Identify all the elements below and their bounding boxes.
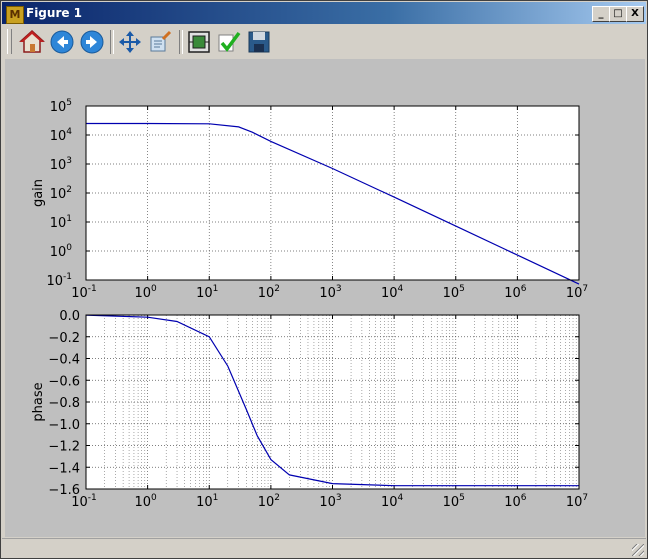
figure-window: M Figure 1 _ □ X 10-1 100 101 102 103 10… bbox=[0, 0, 648, 559]
axes-2: 10-1 100 101 102 103 104 105 106 1070.0−0.2−0.4−… bbox=[31, 309, 588, 510]
zoom-button[interactable] bbox=[147, 29, 173, 55]
x-tick-label: 100 bbox=[134, 284, 157, 301]
x-tick-label: 103 bbox=[319, 284, 341, 301]
window-title: Figure 1 bbox=[26, 6, 83, 20]
y-tick-label: −1.6 bbox=[48, 483, 80, 498]
y-tick-label: 101 bbox=[50, 214, 72, 231]
save-icon bbox=[248, 31, 270, 53]
x-tick-label: 102 bbox=[258, 284, 280, 301]
x-tick-label: 105 bbox=[443, 284, 465, 301]
y-tick-label: 10-1 bbox=[46, 272, 72, 289]
pan-button[interactable] bbox=[117, 29, 143, 55]
home-icon bbox=[19, 29, 45, 53]
y-tick-label: 103 bbox=[50, 156, 72, 173]
y-tick-label: −0.8 bbox=[48, 396, 80, 411]
axes-1: 10-1 100 101 102 103 104 105 106 107 10-1 100 101 10… bbox=[31, 98, 588, 301]
y-axis-label: gain bbox=[31, 179, 46, 207]
toolbar-separator bbox=[179, 30, 183, 54]
forward-button[interactable] bbox=[79, 29, 105, 55]
y-tick-label: 104 bbox=[50, 127, 73, 144]
y-tick-label: −0.2 bbox=[48, 331, 80, 346]
y-tick-label: 105 bbox=[50, 98, 72, 115]
y-axis-label: phase bbox=[31, 382, 46, 421]
edit-icon bbox=[218, 31, 241, 52]
x-tick-label: 104 bbox=[381, 493, 404, 510]
x-tick-label: 101 bbox=[196, 493, 218, 510]
y-tick-label: −1.4 bbox=[48, 461, 80, 476]
back-icon bbox=[50, 30, 74, 54]
zoom-icon bbox=[150, 30, 172, 52]
y-tick-label: −1.2 bbox=[48, 440, 80, 455]
home-button[interactable] bbox=[19, 29, 45, 55]
x-tick-label: 105 bbox=[443, 493, 465, 510]
x-tick-label: 102 bbox=[258, 493, 280, 510]
close-button[interactable]: X bbox=[626, 6, 644, 22]
toolbar-separator bbox=[110, 30, 114, 54]
y-tick-label: 0.0 bbox=[59, 309, 80, 324]
x-tick-label: 106 bbox=[504, 284, 527, 301]
y-tick-label: −0.4 bbox=[48, 353, 80, 368]
edit-button[interactable] bbox=[216, 29, 242, 55]
subplots-icon bbox=[188, 31, 210, 53]
toolbar bbox=[2, 25, 646, 58]
y-tick-label: −0.6 bbox=[48, 374, 80, 389]
y-tick-label: 100 bbox=[50, 243, 73, 260]
x-tick-label: 106 bbox=[504, 493, 527, 510]
save-button[interactable] bbox=[246, 29, 272, 55]
x-tick-label: 107 bbox=[566, 284, 588, 301]
x-tick-label: 10-1 bbox=[71, 284, 97, 301]
forward-icon bbox=[80, 30, 104, 54]
x-tick-label: 101 bbox=[196, 284, 218, 301]
figure-plots: 10-1 100 101 102 103 104 105 106 107 10-1 100 101 10… bbox=[31, 98, 588, 510]
x-tick-label: 107 bbox=[566, 493, 588, 510]
y-tick-label: −1.0 bbox=[48, 418, 80, 433]
title-bar[interactable]: M Figure 1 _ □ X bbox=[2, 2, 646, 24]
maximize-button[interactable]: □ bbox=[609, 6, 627, 22]
resize-grip[interactable] bbox=[632, 544, 644, 556]
status-bar bbox=[2, 538, 646, 558]
x-tick-label: 104 bbox=[381, 284, 404, 301]
back-button[interactable] bbox=[49, 29, 75, 55]
app-icon: M bbox=[6, 6, 24, 24]
toolbar-grip bbox=[7, 29, 12, 54]
subplots-button[interactable] bbox=[186, 29, 212, 55]
x-tick-label: 100 bbox=[134, 493, 157, 510]
pan-icon bbox=[119, 31, 141, 53]
x-tick-label: 103 bbox=[319, 493, 341, 510]
figure-canvas: 10-1 100 101 102 103 104 105 106 107 10-1 100 101 10… bbox=[5, 59, 645, 537]
y-tick-label: 102 bbox=[50, 185, 72, 202]
minimize-button[interactable]: _ bbox=[592, 6, 610, 22]
